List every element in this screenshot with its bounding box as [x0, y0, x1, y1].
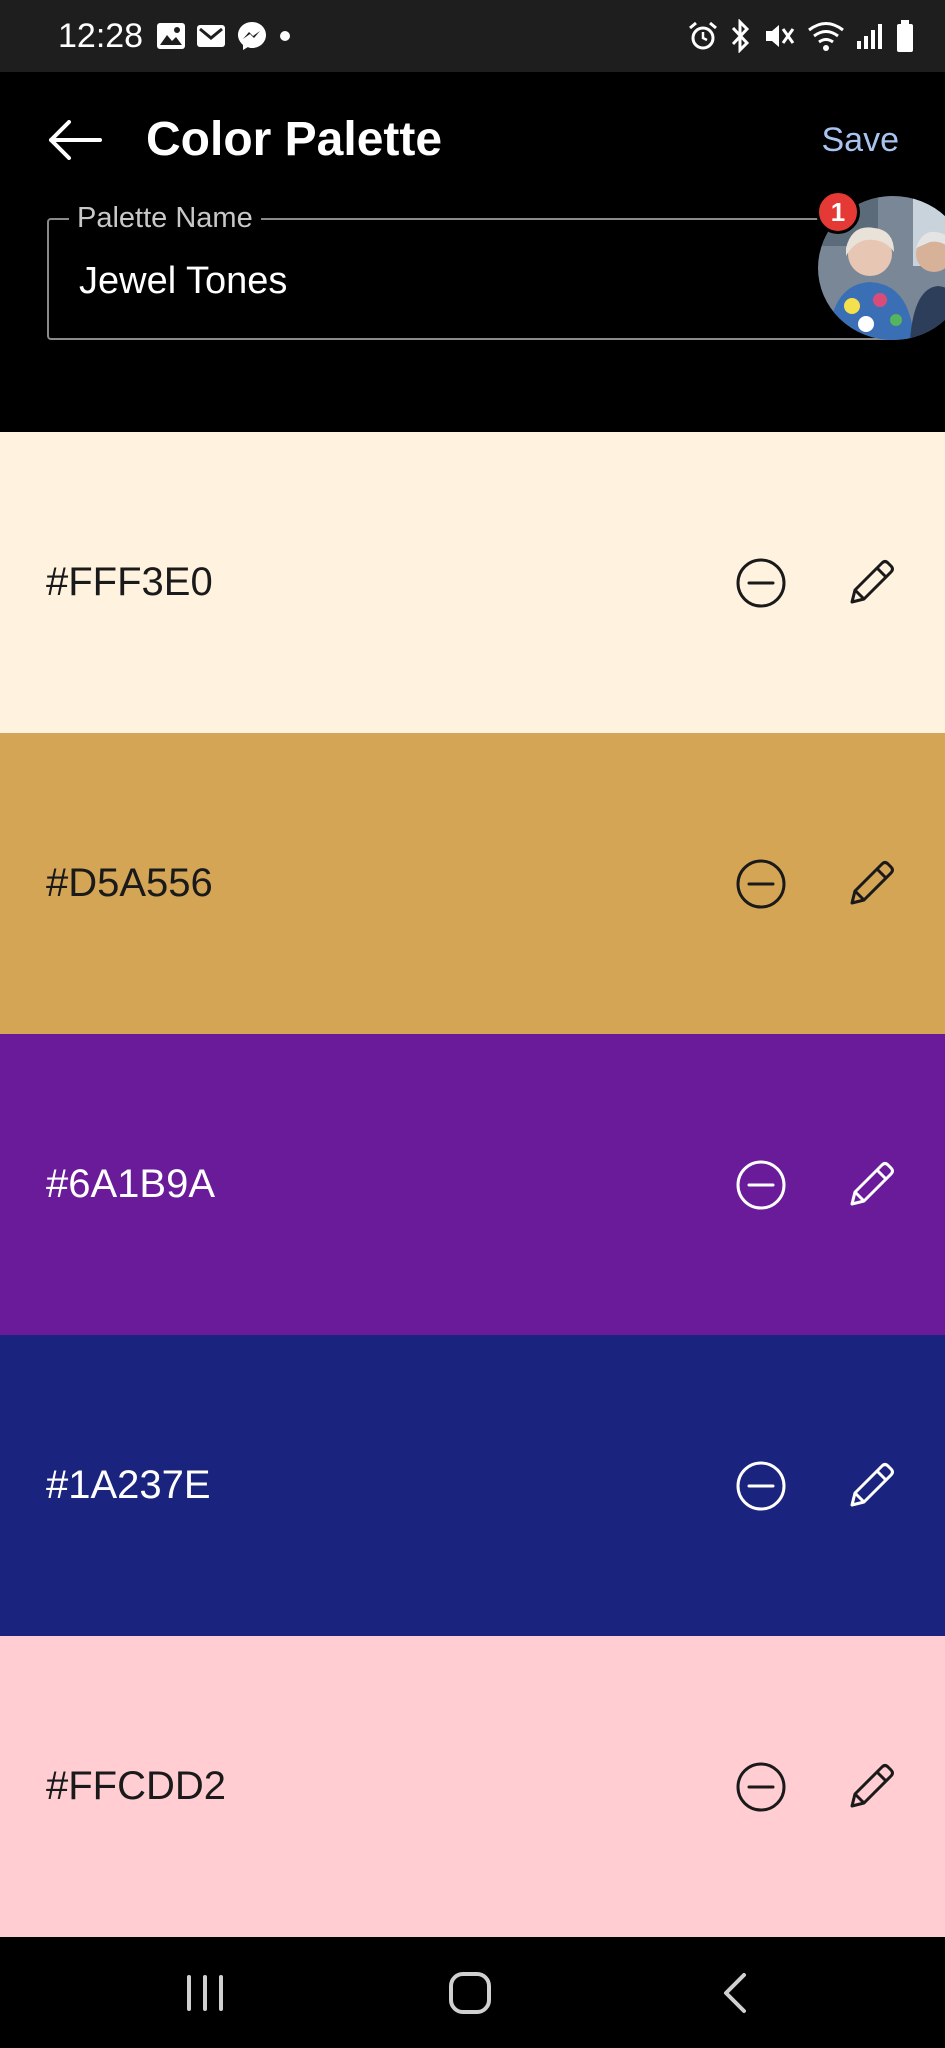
remove-circle-icon [736, 1461, 786, 1511]
pencil-icon [850, 1463, 894, 1507]
battery-icon [895, 19, 915, 53]
dot-icon [278, 29, 292, 43]
pencil-icon [850, 560, 894, 604]
color-hex-label: #D5A556 [46, 861, 213, 905]
color-hex-label: #6A1B9A [46, 1162, 216, 1206]
edit-color-button[interactable] [840, 1453, 904, 1517]
remove-circle-icon [736, 1762, 786, 1812]
color-row[interactable]: #6A1B9A [0, 1034, 945, 1335]
palette-name-input[interactable]: Jewel Tones [79, 258, 779, 304]
status-bar: 12:28 [0, 0, 945, 72]
color-row[interactable]: #D5A556 [0, 733, 945, 1034]
pencil-icon [850, 1162, 894, 1206]
save-button[interactable]: Save [822, 114, 900, 166]
signal-icon [855, 21, 885, 51]
home-button[interactable] [430, 1961, 510, 2025]
status-left-icons [156, 18, 292, 54]
gmail-icon [196, 23, 226, 49]
palette-name-field[interactable]: Palette Name Jewel Tones [47, 200, 897, 340]
recents-icon [187, 1975, 223, 2011]
palette-name-label: Palette Name [69, 200, 261, 236]
gallery-icon [156, 22, 186, 50]
edit-color-button[interactable] [840, 550, 904, 614]
color-row[interactable]: #FFCDD2 [0, 1636, 945, 1937]
remove-color-button[interactable] [730, 1154, 792, 1216]
chat-head-badge: 1 [816, 190, 860, 234]
edit-color-button[interactable] [840, 1152, 904, 1216]
messenger-icon [236, 20, 268, 52]
color-hex-label: #FFF3E0 [46, 560, 213, 604]
pencil-icon [850, 1764, 894, 1808]
color-row[interactable]: #FFF3E0 [0, 432, 945, 733]
page-title: Color Palette [146, 113, 443, 166]
color-row[interactable]: #1A237E [0, 1335, 945, 1636]
edit-color-button[interactable] [840, 1754, 904, 1818]
navigation-bar [0, 1937, 945, 2048]
edit-color-button[interactable] [840, 851, 904, 915]
remove-circle-icon [736, 558, 786, 608]
remove-circle-icon [736, 859, 786, 909]
back-button[interactable] [40, 108, 110, 172]
alarm-icon [687, 20, 719, 52]
wifi-icon [807, 20, 845, 52]
remove-color-button[interactable] [730, 853, 792, 915]
app-bar: Color Palette Save [0, 72, 945, 202]
bluetooth-icon [729, 19, 753, 53]
color-hex-label: #1A237E [46, 1463, 211, 1507]
pencil-icon [850, 861, 894, 905]
mute-icon [763, 20, 797, 52]
status-time: 12:28 [58, 17, 144, 55]
recents-button[interactable] [165, 1961, 245, 2025]
color-list: #FFF3E0 #D5A556 #6A1B9A #1A237E #FFCDD2 [0, 432, 945, 1937]
screen: 12:28 Color Palette Save Palette Name Je… [0, 0, 945, 2048]
remove-color-button[interactable] [730, 552, 792, 614]
home-icon [449, 1972, 491, 2014]
arrow-back-icon [49, 120, 102, 160]
back-nav-icon [724, 1973, 746, 2013]
remove-color-button[interactable] [730, 1756, 792, 1818]
remove-circle-icon [736, 1160, 786, 1210]
color-hex-label: #FFCDD2 [46, 1764, 227, 1808]
status-right-icons [687, 16, 915, 56]
remove-color-button[interactable] [730, 1455, 792, 1517]
back-nav-button[interactable] [695, 1961, 775, 2025]
